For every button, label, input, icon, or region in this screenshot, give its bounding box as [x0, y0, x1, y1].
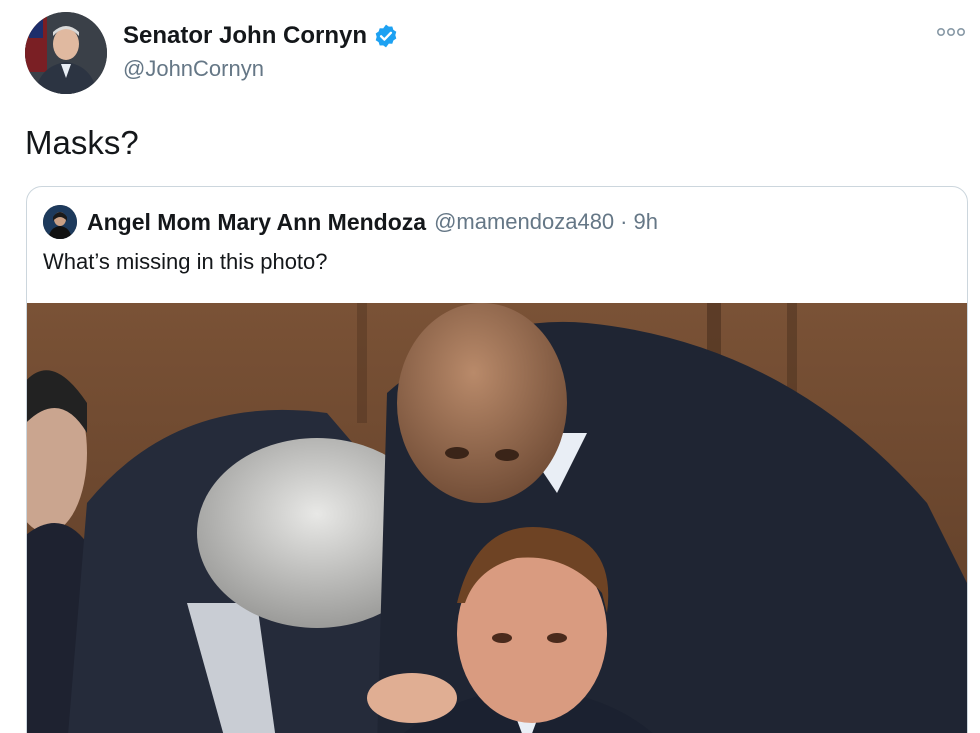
- quoted-author-avatar: [43, 205, 77, 239]
- quoted-author-handle: @mamendoza480: [434, 209, 615, 234]
- more-options-icon[interactable]: [936, 22, 966, 42]
- quoted-tweet-text: What’s missing in this photo?: [43, 249, 328, 274]
- author-name-row: Senator John Cornyn: [123, 22, 399, 50]
- quoted-tweet-header: Angel Mom Mary Ann Mendoza @mamendoza480…: [43, 205, 658, 239]
- author-handle[interactable]: @JohnCornyn: [123, 56, 264, 82]
- verified-badge-icon: [373, 23, 399, 49]
- quoted-tweet-card[interactable]: Angel Mom Mary Ann Mendoza @mamendoza480…: [26, 186, 968, 733]
- quoted-timestamp[interactable]: 9h: [634, 209, 658, 235]
- quoted-separator: ·: [620, 209, 628, 234]
- author-display-name[interactable]: Senator John Cornyn: [123, 22, 367, 50]
- quoted-tweet-photo[interactable]: [27, 303, 967, 733]
- tweet-text: Masks?: [25, 124, 139, 161]
- author-avatar[interactable]: [25, 12, 107, 94]
- tweet: Senator John Cornyn @JohnCornyn Masks? A…: [0, 0, 980, 733]
- quoted-author-name: Angel Mom Mary Ann Mendoza: [87, 208, 427, 235]
